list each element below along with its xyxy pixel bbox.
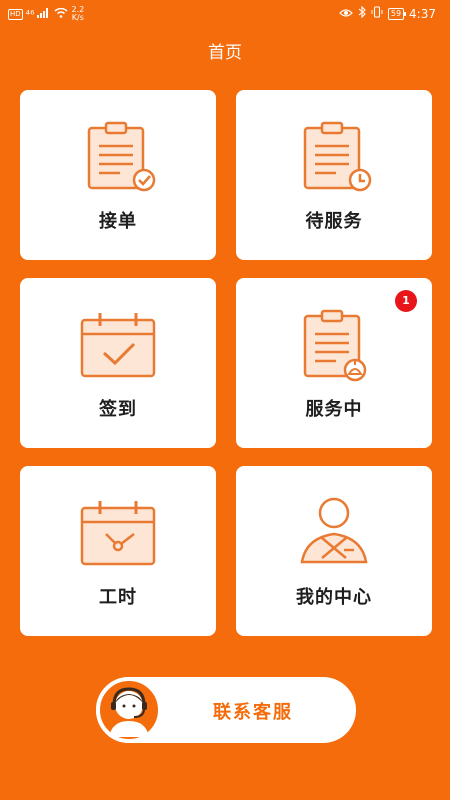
menu-card-work-hours[interactable]: 工时 xyxy=(20,466,216,636)
menu-card-in-service[interactable]: 1 服务中 xyxy=(236,278,432,448)
calendar-check-icon xyxy=(80,308,156,384)
customer-service-agent-icon xyxy=(96,677,162,743)
network-type: ⁴⁶ xyxy=(25,7,35,21)
menu-label: 工时 xyxy=(99,587,137,608)
calendar-clock-icon xyxy=(80,496,156,572)
eye-icon xyxy=(339,7,353,21)
clipboard-clock-icon xyxy=(296,120,372,196)
menu-card-my-center[interactable]: 我的中心 xyxy=(236,466,432,636)
contact-service-button[interactable]: 联系客服 xyxy=(96,677,356,743)
hd-badge: HD xyxy=(8,8,23,20)
menu-label: 待服务 xyxy=(305,211,363,232)
menu-label: 签到 xyxy=(99,399,137,420)
contact-service-label: 联系客服 xyxy=(213,702,293,723)
menu-label: 服务中 xyxy=(305,399,363,420)
menu-card-pending-service[interactable]: 待服务 xyxy=(236,90,432,260)
menu-label: 我的中心 xyxy=(296,587,372,608)
vibrate-icon xyxy=(371,6,383,21)
net-speed: 2.2 K/s xyxy=(71,6,84,22)
menu-label: 接单 xyxy=(99,211,137,232)
wifi-icon xyxy=(54,7,68,21)
status-right: 59 4:37 xyxy=(339,5,436,21)
menu-card-check-in[interactable]: 签到 xyxy=(20,278,216,448)
menu-card-accept-order[interactable]: 接单 xyxy=(20,90,216,260)
clock-time: 4:37 xyxy=(409,6,436,21)
battery-indicator: 59 xyxy=(387,7,407,20)
bluetooth-icon xyxy=(358,5,366,21)
status-left: HD ⁴⁶ 2.2 K/s xyxy=(8,6,84,22)
page-title: 首页 xyxy=(208,43,242,63)
net-speed-unit: K/s xyxy=(71,13,84,22)
signal-icon xyxy=(37,7,51,21)
clipboard-check-icon xyxy=(80,120,156,196)
user-profile-icon xyxy=(296,496,372,572)
notification-badge: 1 xyxy=(395,290,417,312)
clipboard-bell-icon xyxy=(296,308,372,384)
status-bar: HD ⁴⁶ 2.2 K/s 59 4:37 xyxy=(0,0,450,28)
